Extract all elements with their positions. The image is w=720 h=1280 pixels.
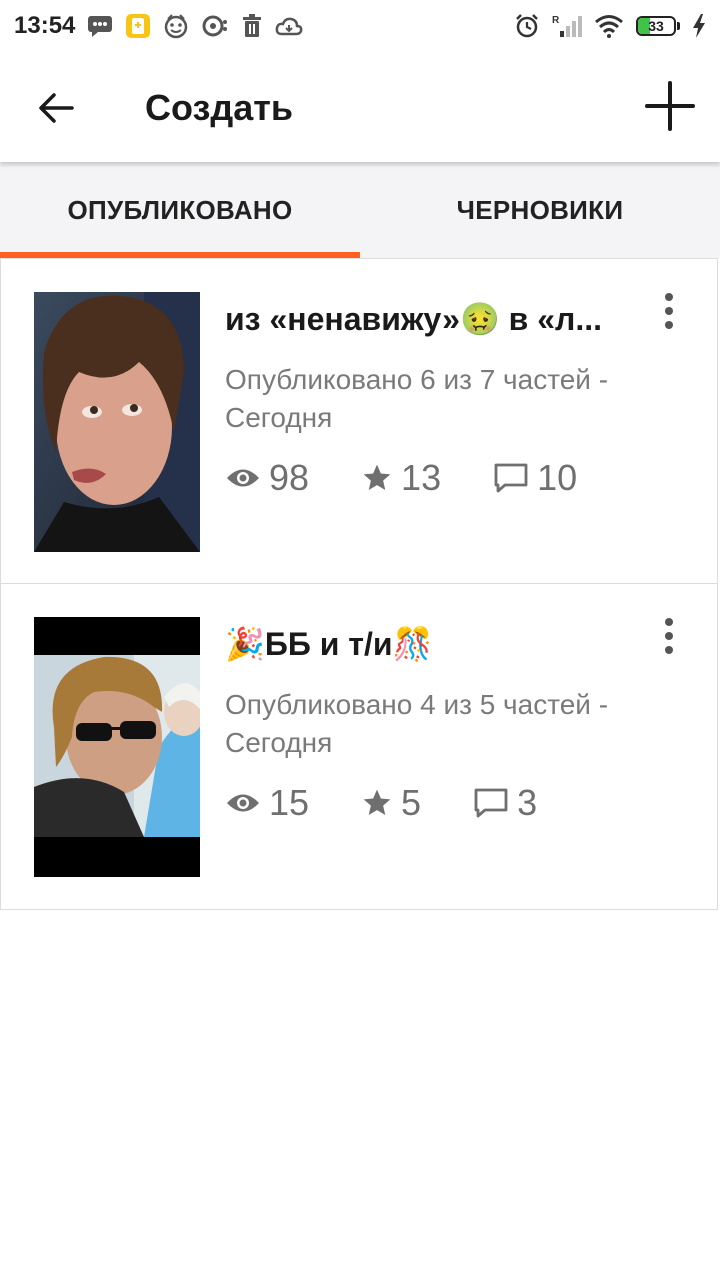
page-title: Создать (145, 87, 294, 128)
face-icon (163, 13, 189, 39)
votes-stat: 5 (361, 782, 421, 824)
wifi-icon (594, 14, 624, 38)
views-stat: 15 (225, 782, 309, 824)
cloud-icon (275, 15, 303, 37)
views-count: 98 (269, 457, 310, 498)
message-icon (87, 14, 113, 38)
story-stats: 98 13 10 (225, 457, 577, 499)
story-meta: Опубликовано 6 из 7 частей - Сегодня (225, 364, 609, 433)
charging-icon (692, 14, 706, 38)
back-button[interactable] (30, 82, 82, 134)
comments-stat: 10 (493, 457, 577, 499)
battery-icon: 33 (636, 16, 680, 36)
star-icon (363, 789, 391, 815)
story-meta: Опубликовано 4 из 5 частей - Сегодня (225, 689, 609, 758)
more-options-button[interactable] (651, 612, 687, 660)
story-card[interactable]: из «ненавижу»🤢 в «л... Опубликовано 6 из… (0, 258, 718, 584)
trash-icon (241, 14, 263, 38)
comments-count: 10 (537, 457, 578, 498)
story-stats: 15 5 3 (225, 782, 537, 824)
status-bar: 13:54 R 33 (0, 0, 720, 52)
tab-drafts[interactable]: ЧЕРНОВИКИ (360, 162, 720, 258)
story-cover-image[interactable] (34, 292, 200, 552)
tab-published[interactable]: ОПУБЛИКОВАНО (0, 162, 360, 258)
comment-icon (474, 788, 508, 818)
tab-bar: ОПУБЛИКОВАНО ЧЕРНОВИКИ (0, 162, 720, 258)
views-stat: 98 (225, 457, 309, 499)
eye-icon (227, 469, 259, 487)
story-card[interactable]: 🎉ББ и т/и🎊 Опубликовано 4 из 5 частей - … (0, 584, 718, 910)
comments-count: 3 (517, 782, 538, 823)
more-options-button[interactable] (651, 287, 687, 335)
votes-count: 5 (401, 782, 422, 823)
sync-icon (201, 14, 229, 38)
star-icon (363, 464, 391, 490)
svg-text:R: R (552, 15, 560, 26)
status-time: 13:54 (14, 12, 76, 39)
clipboard-icon (125, 13, 151, 39)
battery-level: 33 (648, 18, 664, 34)
signal-icon: R (552, 13, 582, 39)
story-cover-image[interactable] (34, 617, 200, 877)
comments-stat: 3 (473, 782, 537, 824)
plus-icon (645, 81, 695, 131)
views-count: 15 (269, 782, 310, 823)
alarm-icon (514, 13, 540, 39)
app-bar: Создать (0, 52, 720, 162)
story-list: из «ненавижу»🤢 в «л... Опубликовано 6 из… (0, 258, 720, 910)
eye-icon (227, 794, 259, 812)
arrow-left-icon (39, 93, 74, 123)
votes-stat: 13 (361, 457, 441, 499)
add-story-button[interactable] (642, 78, 698, 134)
votes-count: 13 (401, 457, 442, 498)
story-title[interactable]: из «ненавижу»🤢 в «л... (225, 297, 635, 341)
story-title[interactable]: 🎉ББ и т/и🎊 (225, 622, 635, 666)
comment-icon (494, 463, 528, 493)
